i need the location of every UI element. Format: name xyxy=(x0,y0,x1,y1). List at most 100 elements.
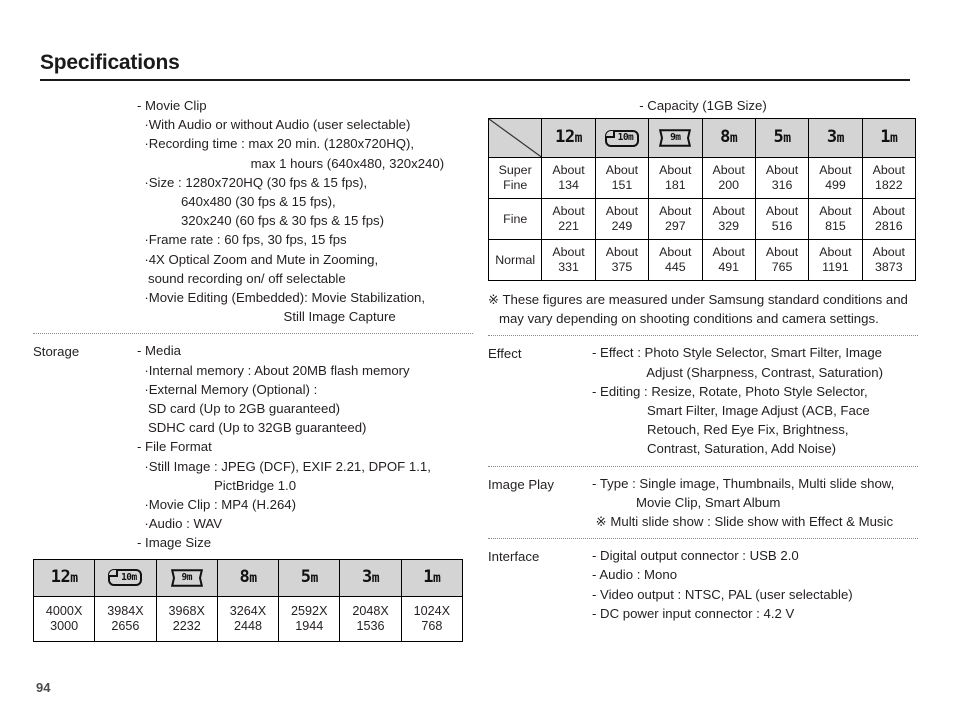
spec-line: 640x480 (30 fps & 15 fps), xyxy=(137,194,336,210)
capacity-cell: About 375 xyxy=(594,239,650,281)
capacity-table-row: Normal About 331 About 375 About 445 About 4… xyxy=(487,239,917,281)
resolution-icon-3m: 3m xyxy=(362,566,380,587)
image-size-cell: 3984X 2656 xyxy=(94,595,157,642)
cell-line: 316 xyxy=(771,178,793,192)
spec-line: Contrast, Saturation, Add Noise) xyxy=(592,441,837,457)
cell-line: 445 xyxy=(664,260,686,274)
resolution-icon-8m: 8m xyxy=(720,127,738,147)
spec-line: ·4X Optical Zoom and Mute in Zooming, xyxy=(137,251,379,267)
cell-line: 765 xyxy=(771,260,793,274)
image-size-header-cell-8m: 8m xyxy=(216,558,280,597)
cell-line: 3984X xyxy=(107,603,144,618)
capacity-table-row: Super Fine About 134 About 151 About 181 Abo… xyxy=(487,157,917,199)
capacity-header-cell-10m: 10m xyxy=(594,118,650,158)
cell-line: About xyxy=(552,204,585,218)
spec-label-movie-clip xyxy=(33,96,137,97)
cell-line: 768 xyxy=(421,618,443,633)
spec-body-storage: - Media ·Internal memory : About 20MB fl… xyxy=(137,341,473,552)
page-header: Specifications xyxy=(40,51,910,82)
capacity-cell: About 499 xyxy=(808,157,863,199)
cell-line: 4000X xyxy=(45,603,83,618)
capacity-cell: About 134 xyxy=(541,157,596,199)
cell-line: 375 xyxy=(611,260,633,274)
cell-line: About xyxy=(659,163,692,177)
spec-line: - Editing : Resize, Rotate, Photo Style … xyxy=(592,383,868,399)
cell-line: About xyxy=(605,245,639,259)
capacity-cell: About 297 xyxy=(648,198,703,240)
capacity-header-cell-9m: 9m xyxy=(648,118,703,158)
cell-line: 200 xyxy=(718,178,740,192)
spec-label-image-play: Image Play xyxy=(488,476,554,492)
spec-line: ·Frame rate : 60 fps, 30 fps, 15 fps xyxy=(137,232,347,248)
spec-body-image-play: - Type : Single image, Thumbnails, Multi… xyxy=(592,474,918,532)
cell-line: 2232 xyxy=(172,618,201,633)
spec-line: SD card (Up to 2GB guaranteed) xyxy=(137,401,341,417)
image-size-header-cell-1m: 1m xyxy=(400,558,464,597)
capacity-cell: About 249 xyxy=(594,198,650,240)
capacity-table-row: Fine About 221 About 249 About 297 About 329… xyxy=(487,198,917,240)
capacity-cell: About 2816 xyxy=(861,198,917,240)
cell-line: About xyxy=(659,204,692,218)
spec-line: ※ These figures are measured under Samsu… xyxy=(488,292,908,307)
cell-line: About xyxy=(552,163,585,177)
spec-line: - Audio : Mono xyxy=(592,567,678,583)
cell-line: 297 xyxy=(664,219,686,233)
cell-line: About xyxy=(712,204,745,218)
cell-line: 1191 xyxy=(822,260,849,274)
diagonal-line-icon xyxy=(489,119,541,157)
spec-line: ·Size : 1280x720HQ (30 fps & 15 fps), xyxy=(137,174,368,190)
right-column: - Capacity (1GB Size) 12m 10m 9m 8m 5m 3… xyxy=(487,96,918,623)
capacity-heading: - Capacity (1GB Size) xyxy=(639,98,767,113)
image-size-table-wrap: 12m 10m 9m 8m 5m 3m 1m 4000X 3000 3984X 26… xyxy=(32,558,473,642)
spec-line: max 1 hours (640x480, 320x240) xyxy=(137,155,445,171)
image-size-cell: 3968X 2232 xyxy=(155,595,218,642)
resolution-icon-9m: 9m xyxy=(170,568,203,587)
capacity-cell: About 331 xyxy=(541,239,596,281)
spec-line: ·External Memory (Optional) : xyxy=(137,381,318,397)
capacity-cell: About 1191 xyxy=(808,239,863,281)
cell-line: 3000 xyxy=(50,618,79,633)
page-title: Specifications xyxy=(40,51,180,74)
spec-line: - Media xyxy=(137,343,181,359)
capacity-cell: About 491 xyxy=(701,239,756,281)
cell-line: 2656 xyxy=(111,618,140,633)
spec-line: ·Movie Clip : MP4 (H.264) xyxy=(137,497,297,513)
image-size-header-cell-12m: 12m xyxy=(32,558,96,597)
cell-line: 1024X xyxy=(413,603,451,618)
spec-line: SDHC card (Up to 32GB guaranteed) xyxy=(137,420,367,436)
cell-line: 331 xyxy=(558,260,579,274)
divider-dotted xyxy=(488,335,918,337)
image-size-header-cell-3m: 3m xyxy=(339,558,402,597)
capacity-table-header-row: 12m 10m 9m 8m 5m 3m 1m xyxy=(487,118,917,158)
capacity-header-cell-5m: 5m xyxy=(754,118,810,158)
cell-line: 2816 xyxy=(875,219,903,233)
image-size-table-row: 4000X 3000 3984X 2656 3968X 2232 3264X 2448 … xyxy=(32,595,464,642)
spec-body-effect: - Effect : Photo Style Selector, Smart F… xyxy=(592,343,918,458)
capacity-cell: About 316 xyxy=(754,157,810,199)
capacity-cell: About 765 xyxy=(754,239,810,281)
spec-line: ·Still Image : JPEG (DCF), EXIF 2.21, DP… xyxy=(137,458,431,474)
spec-row-image-play: Image Play - Type : Single image, Thumbn… xyxy=(488,474,918,532)
capacity-header-cell-3m: 3m xyxy=(808,118,863,158)
capacity-quality-cell: Normal xyxy=(487,239,543,281)
cell-line: About xyxy=(872,163,905,177)
image-size-cell: 3264X 2448 xyxy=(216,595,280,642)
cell-line: 151 xyxy=(611,178,633,192)
cell-line: 491 xyxy=(718,260,740,274)
spec-line: 320x240 (60 fps & 30 fps & 15 fps) xyxy=(137,213,385,229)
cell-line: About xyxy=(765,204,799,218)
capacity-header-cell-8m: 8m xyxy=(701,118,756,158)
cell-line: 249 xyxy=(611,219,633,233)
cell-line: 329 xyxy=(718,219,740,233)
resolution-icon-1m: 1m xyxy=(423,566,441,587)
spec-line: may vary depending on shooting condition… xyxy=(488,311,879,327)
spec-row-movie-clip: - Movie Clip ·With Audio or without Audi… xyxy=(33,96,473,326)
spec-line: ·With Audio or without Audio (user selec… xyxy=(137,117,411,133)
divider-dotted xyxy=(488,465,918,467)
capacity-note: ※ These figures are measured under Samsu… xyxy=(488,290,918,328)
spec-line: - Video output : NTSC, PAL (user selecta… xyxy=(592,586,853,602)
cell-line: About xyxy=(712,245,745,259)
spec-line: ·Internal memory : About 20MB flash memo… xyxy=(137,362,410,378)
cell-line: 1536 xyxy=(356,618,385,633)
cell-line: 516 xyxy=(771,219,793,233)
